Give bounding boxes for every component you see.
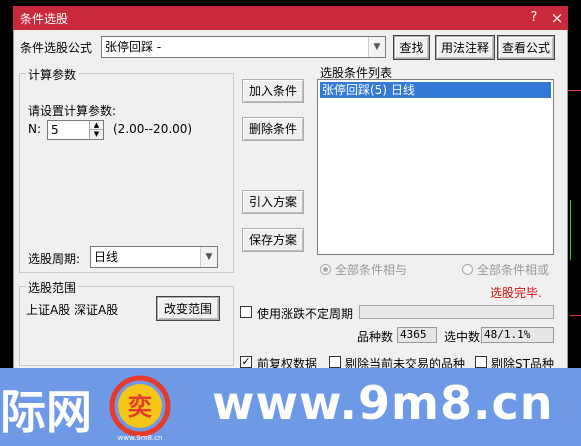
progress-bar: [359, 305, 554, 319]
delete-condition-button[interactable]: 删除条件: [242, 117, 304, 141]
window-title: 条件选股: [20, 12, 69, 26]
change-range-button[interactable]: 改变范围: [156, 296, 220, 321]
import-scheme-button[interactable]: 引入方案: [242, 190, 304, 214]
range-value: 上证A股 深证A股: [26, 303, 119, 317]
count-label: 品种数: [357, 330, 394, 344]
dialog-body: 条件选股公式 张停回踩 - ▼ 查找 用法注释 查看公式 计算参数 请设置计算参…: [13, 30, 568, 371]
n-input[interactable]: 5 ▲ ▼: [47, 120, 104, 140]
view-formula-button[interactable]: 查看公式: [497, 35, 555, 60]
exclude-suspended-checkbox[interactable]: [329, 356, 341, 368]
usage-notes-button[interactable]: 用法注释: [435, 35, 495, 60]
add-condition-button[interactable]: 加入条件: [242, 79, 304, 103]
n-range: (2.00--20.00): [113, 122, 193, 136]
list-item[interactable]: 张停回踩(5) 日线: [320, 82, 551, 98]
logo-char: 奕: [128, 393, 152, 421]
selected-value: 48/1.1%: [481, 327, 554, 343]
all-and-label: 全部条件相与: [335, 263, 408, 277]
exclude-st-checkbox[interactable]: [475, 356, 487, 368]
all-or-radio[interactable]: [462, 264, 473, 275]
selected-label: 选中数: [444, 330, 481, 344]
chevron-down-icon[interactable]: ▼: [368, 37, 385, 57]
chevron-down-icon[interactable]: ▼: [200, 247, 217, 267]
title-bar[interactable]: 条件选股 ? ×: [13, 6, 568, 30]
formula-value: 张停回踩 -: [105, 40, 162, 54]
all-and-radio[interactable]: [320, 264, 331, 275]
period-label: 选股周期:: [28, 252, 81, 266]
period-value: 日线: [94, 250, 119, 264]
watermark-url: www.9m8.cn: [212, 376, 554, 430]
condition-list[interactable]: 张停回踩(5) 日线: [317, 79, 554, 255]
site-logo: 奕 www.9m8.cn: [109, 375, 171, 442]
watermark-banner: 际网 奕 www.9m8.cn www.9m8.cn: [0, 368, 581, 446]
find-button[interactable]: 查找: [393, 35, 430, 60]
params-group-title: 计算参数: [26, 66, 79, 83]
status-text: 选股完毕.: [490, 286, 542, 300]
logo-small-text: www.9m8.cn: [118, 434, 163, 442]
range-group-title: 选股范围: [26, 279, 79, 296]
variable-period-label: 使用涨跌不定周期: [257, 307, 354, 321]
help-icon[interactable]: ?: [525, 8, 543, 28]
formula-label: 条件选股公式: [20, 41, 93, 55]
params-prompt: 请设置计算参数:: [28, 104, 117, 118]
period-select[interactable]: 日线 ▼: [90, 246, 218, 268]
n-value: 5: [51, 123, 59, 137]
all-or-label: 全部条件相或: [477, 263, 550, 277]
params-group: 计算参数 请设置计算参数: N: 5 ▲ ▼ (2.00--20.00) 选股周…: [19, 66, 234, 273]
spin-up-icon[interactable]: ▲: [89, 121, 103, 130]
variable-period-checkbox[interactable]: [240, 306, 252, 318]
n-label: N:: [28, 122, 42, 136]
pre-adjust-checkbox[interactable]: ✓: [240, 356, 252, 368]
watermark-left-text: 际网: [0, 385, 92, 439]
close-icon[interactable]: ×: [548, 8, 566, 28]
spin-down-icon[interactable]: ▼: [89, 130, 103, 139]
count-value: 4365: [397, 327, 437, 343]
save-scheme-button[interactable]: 保存方案: [242, 228, 304, 252]
range-group: 选股范围 上证A股 深证A股 改变范围: [19, 279, 234, 366]
formula-select[interactable]: 张停回踩 - ▼: [101, 36, 386, 58]
